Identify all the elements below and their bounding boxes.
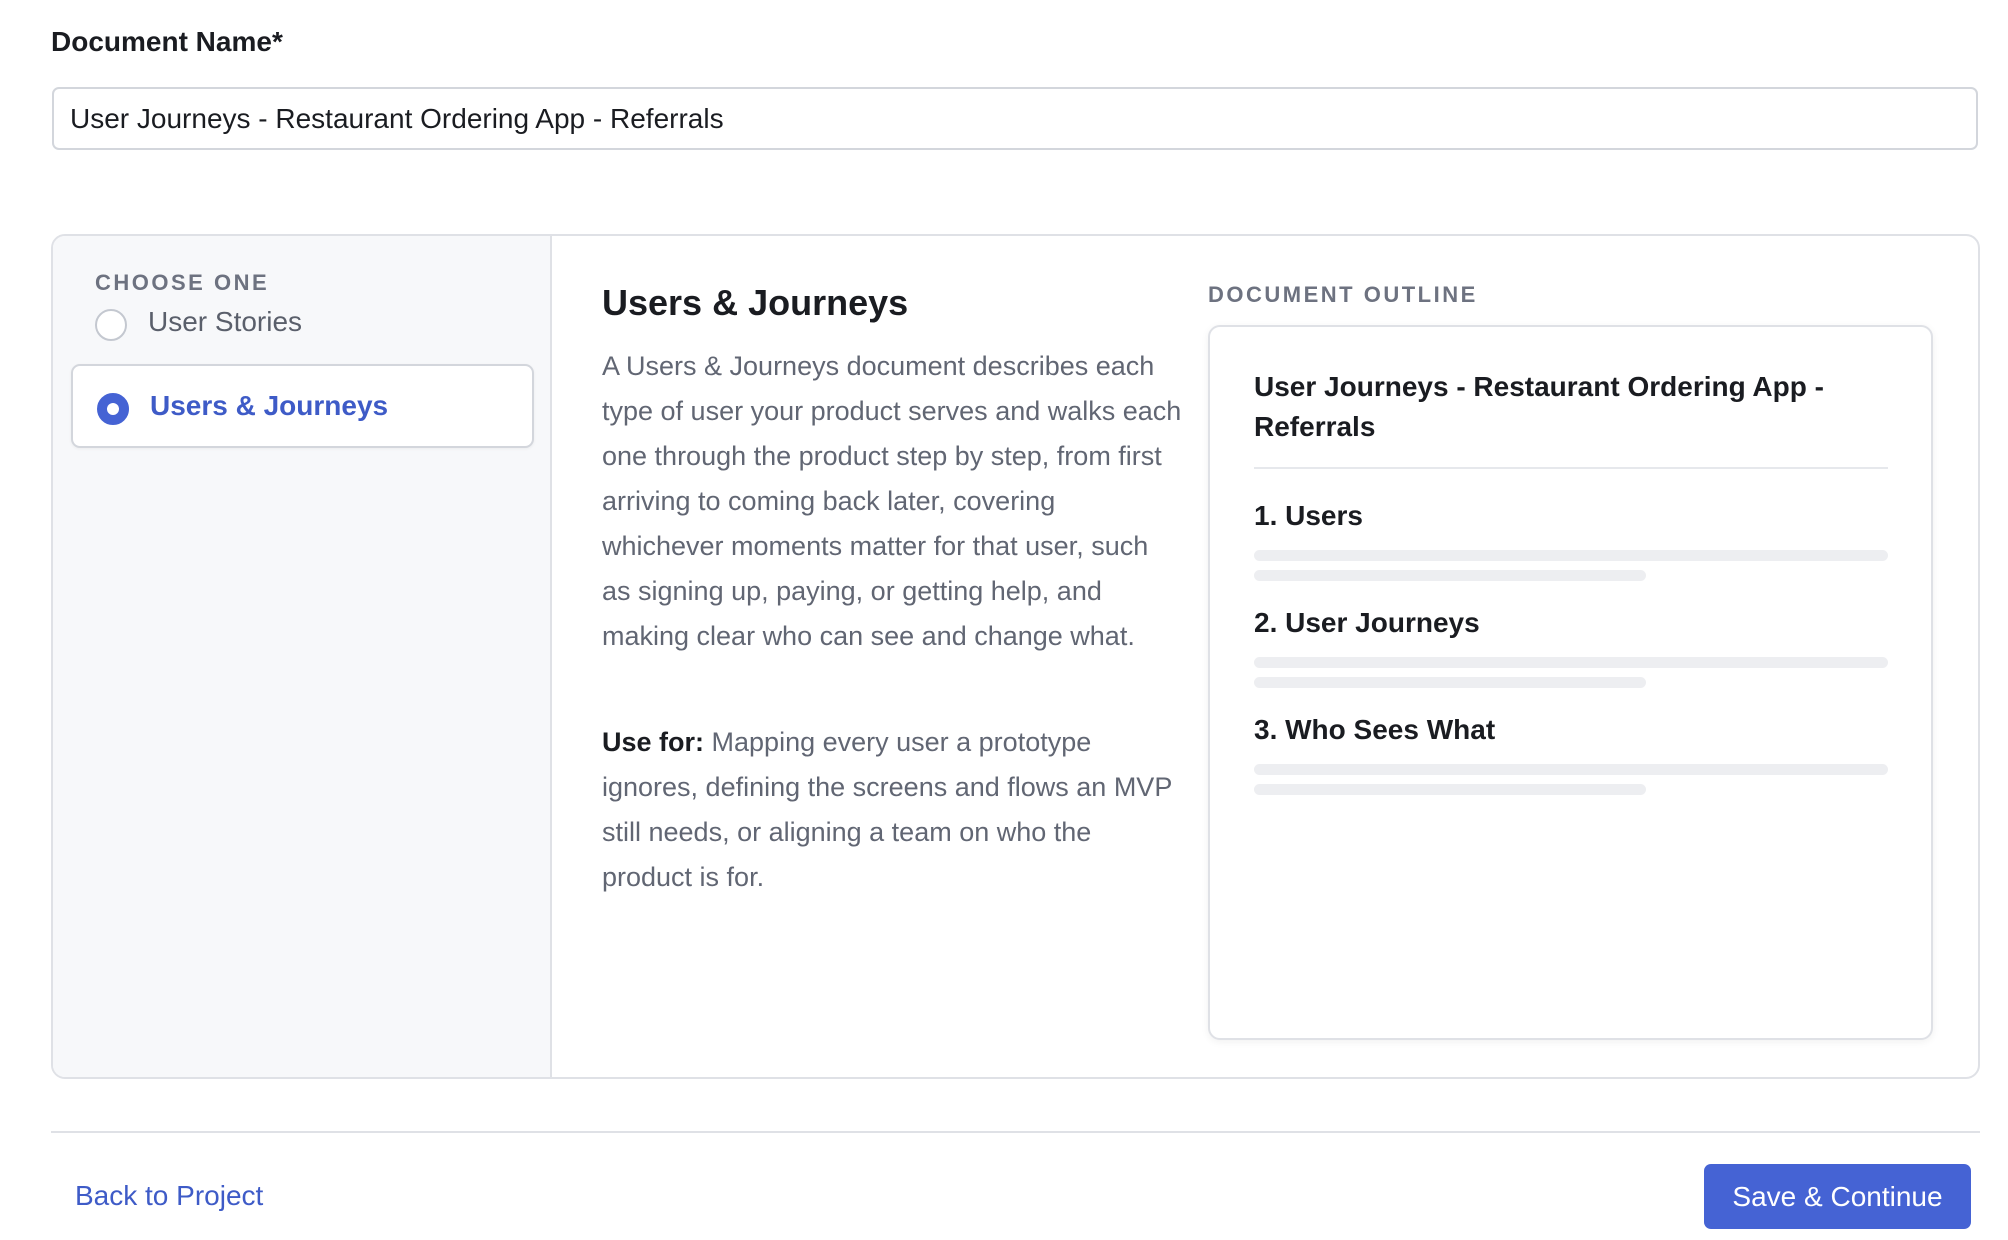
outline-section-title: 2. User Journeys xyxy=(1254,607,1480,638)
placeholder-line xyxy=(1254,657,1888,668)
outline-document-title: User Journeys - Restaurant Ordering App … xyxy=(1254,371,1824,442)
outline-section-title: 3. Who Sees What xyxy=(1254,714,1496,745)
outline-section: 1. Users xyxy=(1254,499,1888,581)
detail-title: Users & Journeys xyxy=(602,282,909,323)
option-user-stories[interactable]: User Stories xyxy=(71,282,534,366)
document-outline-card: User Journeys - Restaurant Ordering App … xyxy=(1208,325,1933,1040)
document-name-input[interactable] xyxy=(52,87,1978,150)
document-name-label: Document Name* xyxy=(51,26,283,57)
document-type-chooser: CHOOSE ONE User Stories Users & Journeys… xyxy=(51,234,1980,1079)
outline-section: 3. Who Sees What xyxy=(1254,713,1888,795)
outline-divider xyxy=(1254,467,1888,469)
type-sidebar: CHOOSE ONE User Stories Users & Journeys xyxy=(53,236,552,1077)
option-users-journeys[interactable]: Users & Journeys xyxy=(71,364,534,448)
option-label: Users & Journeys xyxy=(150,390,389,421)
use-for-label: Use for: xyxy=(602,727,705,757)
radio-icon-selected[interactable] xyxy=(97,393,129,425)
save-continue-button[interactable]: Save & Continue xyxy=(1704,1164,1971,1229)
placeholder-line xyxy=(1254,784,1646,795)
outline-section: 2. User Journeys xyxy=(1254,606,1888,688)
placeholder-line xyxy=(1254,764,1888,775)
placeholder-line xyxy=(1254,550,1888,561)
detail-description: A Users & Journeys document describes ea… xyxy=(602,351,1182,651)
placeholder-line xyxy=(1254,570,1646,581)
option-label: User Stories xyxy=(148,306,303,337)
detail-use-for: Use for: Mapping every user a prototype … xyxy=(602,720,1182,900)
footer-divider xyxy=(51,1131,1980,1133)
document-outline-heading: DOCUMENT OUTLINE xyxy=(1208,282,1478,307)
placeholder-line xyxy=(1254,677,1646,688)
back-to-project-link[interactable]: Back to Project xyxy=(75,1180,263,1212)
radio-icon-unselected[interactable] xyxy=(95,309,127,341)
outline-section-title: 1. Users xyxy=(1254,500,1363,531)
document-setup-page: Document Name* CHOOSE ONE User Stories U… xyxy=(0,0,2008,1240)
